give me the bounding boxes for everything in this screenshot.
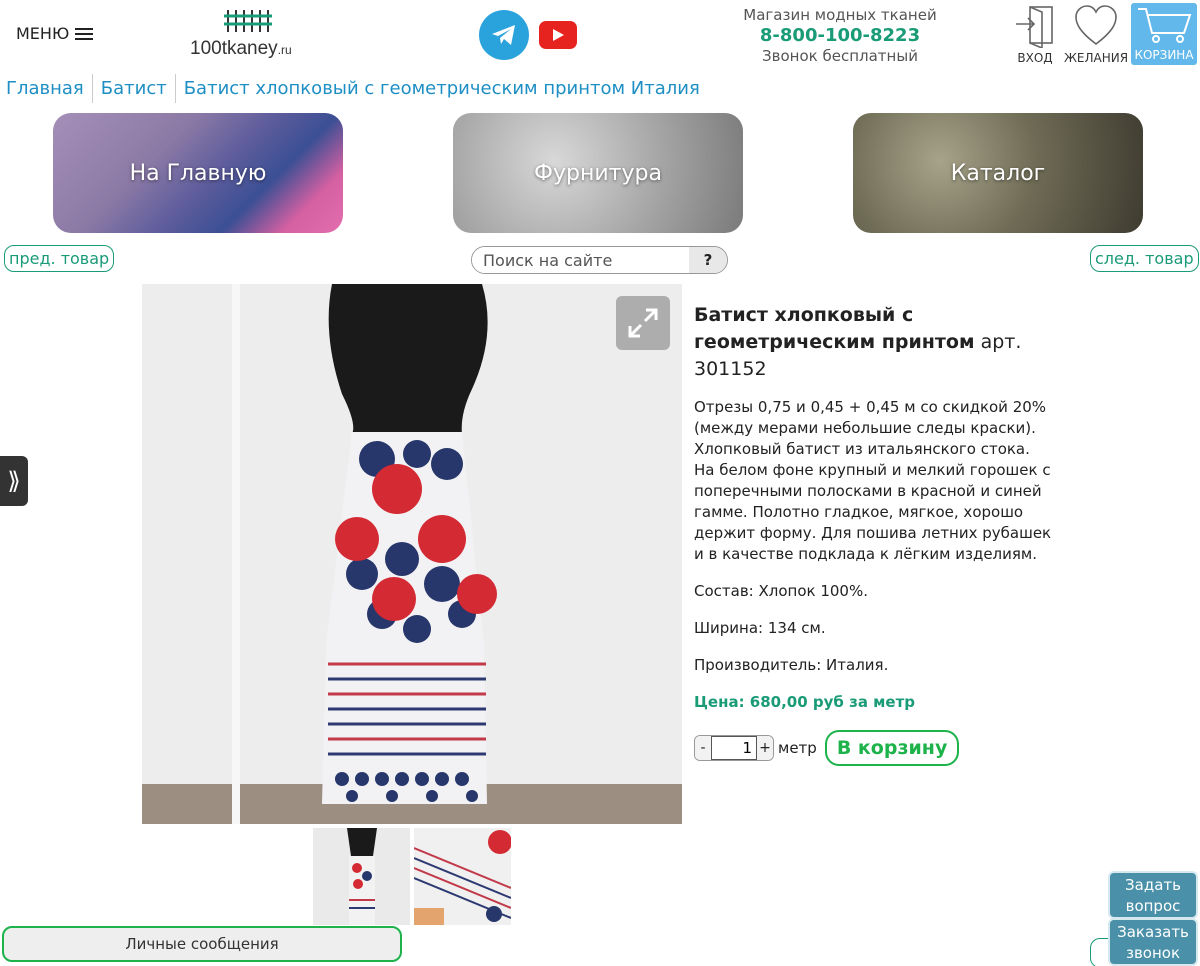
shop-label: Магазин модных тканей [743, 6, 937, 24]
menu-label: МЕНЮ [16, 24, 70, 43]
side-panel-toggle[interactable]: ⟫ [0, 456, 28, 506]
breadcrumb-current[interactable]: Батист хлопковый с геометрическим принто… [174, 74, 708, 103]
logo-text: 100tkaney.ru [190, 38, 292, 59]
login-label: ВХОД [1017, 51, 1053, 65]
tile-accessories[interactable]: Фурнитура [453, 113, 743, 233]
breadcrumb-home[interactable]: Главная [6, 74, 92, 103]
product-info: Батист хлопковый с геометрическим принто… [694, 302, 1054, 729]
thumbnail-1[interactable] [313, 828, 410, 925]
ask-question-button[interactable]: Задать вопрос [1108, 871, 1198, 919]
search-button[interactable]: ? [689, 247, 727, 273]
site-logo[interactable]: 100tkaney.ru [190, 6, 320, 64]
login-button[interactable]: ВХОД [1012, 4, 1058, 65]
telegram-icon[interactable] [479, 10, 529, 60]
phone-number[interactable]: 8-800-100-8223 [740, 25, 940, 46]
product-photo-image [142, 284, 682, 824]
search-input[interactable] [472, 247, 689, 273]
product-photo[interactable] [142, 284, 682, 824]
youtube-icon[interactable] [539, 21, 577, 49]
product-composition: Состав: Хлопок 100%. [694, 582, 868, 600]
cart-button[interactable]: КОРЗИНА [1131, 3, 1197, 65]
tile-catalog-label: Каталог [950, 160, 1046, 186]
social-links [479, 10, 577, 60]
search-box: ? [471, 246, 728, 274]
qty-plus-button[interactable]: + [757, 736, 773, 760]
next-product-button[interactable]: след. товар [1090, 245, 1199, 272]
product-description: Отрезы 0,75 и 0,45 + 0,45 м со скидкой 2… [694, 398, 1052, 563]
qty-minus-button[interactable]: - [695, 736, 711, 760]
contact-block: Магазин модных тканей 8-800-100-8223 Зво… [740, 6, 940, 65]
heart-icon [1075, 5, 1117, 46]
quantity-stepper: - + [694, 735, 774, 761]
tile-catalog[interactable]: Каталог [853, 113, 1143, 233]
menu-button[interactable]: МЕНЮ [16, 24, 94, 43]
logo-mark-icon [224, 10, 272, 32]
burger-icon [75, 25, 94, 43]
qty-input[interactable] [711, 736, 757, 760]
enter-door-icon [1016, 6, 1053, 50]
cart-label: КОРЗИНА [1134, 48, 1194, 62]
breadcrumb-category[interactable]: Батист [91, 74, 175, 103]
phone-note: Звонок бесплатный [762, 47, 918, 65]
wishlist-label: ЖЕЛАНИЯ [1064, 51, 1129, 65]
cart-icon [1138, 8, 1192, 43]
expand-photo-button[interactable] [616, 296, 670, 350]
personal-messages-button[interactable]: Личные сообщения [2, 926, 402, 962]
article-label: арт. [980, 331, 1022, 353]
product-title: Батист хлопковый с геометрическим принто… [694, 302, 1054, 383]
tile-home-label: На Главную [129, 160, 267, 186]
expand-icon [628, 308, 658, 338]
thumbnail-2[interactable] [414, 828, 511, 925]
buy-row: - + метр В корзину [694, 730, 960, 766]
prev-product-button[interactable]: пред. товар [4, 245, 115, 272]
product-price: Цена: 680,00 руб за метр [694, 693, 916, 711]
breadcrumb: Главная Батист Батист хлопковый с геомет… [6, 74, 708, 103]
add-to-cart-button[interactable]: В корзину [824, 730, 960, 766]
page: МЕНЮ 100tkaney.ru Магазин модных тканей … [0, 0, 1200, 966]
wishlist-button[interactable]: ЖЕЛАНИЯ [1064, 4, 1128, 65]
product-name: Батист хлопковый с геометрическим принто… [694, 304, 975, 353]
unit-label: метр [778, 739, 817, 757]
article-number: 301152 [694, 358, 767, 380]
tile-accessories-label: Фурнитура [534, 160, 662, 186]
product-width: Ширина: 134 см. [694, 619, 826, 637]
order-call-button[interactable]: Заказать звонок [1108, 918, 1198, 966]
product-maker: Производитель: Италия. [694, 656, 889, 674]
tile-home[interactable]: На Главную [53, 113, 343, 233]
